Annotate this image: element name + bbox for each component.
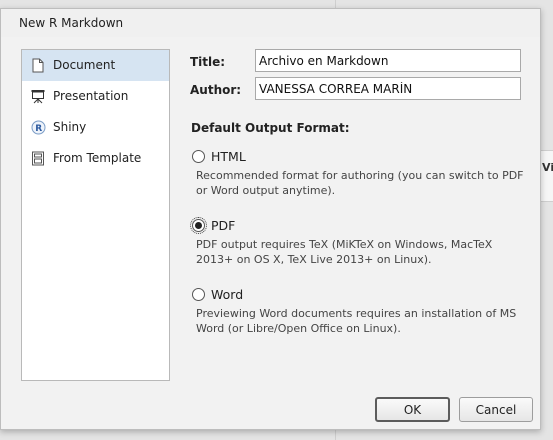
html-radio[interactable] (192, 149, 205, 163)
template-type-list: Document Presentation R Shiny From Templ… (21, 49, 170, 381)
sidebar-item-label: From Template (53, 151, 142, 165)
presentation-icon (31, 89, 45, 104)
title-label: Title: (190, 55, 226, 69)
format-option-html[interactable]: HTML (192, 148, 246, 164)
html-format-description: Recommended format for authoring (you ca… (196, 168, 526, 198)
word-description-line: Word (or Libre/Open Office on Linux). (196, 322, 401, 335)
word-description-line: Previewing Word documents requires an in… (196, 307, 517, 320)
pdf-description-line: PDF output requires TeX (MiKTeX on Windo… (196, 238, 493, 251)
svg-text:R: R (35, 124, 42, 134)
document-icon (31, 58, 45, 73)
pdf-description-line: 2013+ on OS X, TeX Live 2013+ on Linux). (196, 253, 432, 266)
default-output-format-heading: Default Output Format: (191, 121, 350, 135)
html-radio-label[interactable]: HTML (211, 149, 246, 164)
sidebar-item-label: Document (53, 58, 116, 72)
background-panel-fragment: Vi (541, 150, 553, 202)
template-icon (31, 151, 45, 166)
word-format-description: Previewing Word documents requires an in… (196, 306, 526, 336)
html-description-line: or Word output anytime). (196, 184, 336, 197)
background-partial-text: Vi (542, 161, 553, 174)
sidebar-item-document[interactable]: Document (22, 50, 169, 81)
pdf-radio-label[interactable]: PDF (211, 218, 235, 233)
cancel-button[interactable]: Cancel (459, 397, 533, 422)
dialog-title: New R Markdown (1, 9, 540, 37)
sidebar-item-shiny[interactable]: R Shiny (22, 112, 169, 143)
sidebar-item-label: Shiny (53, 120, 87, 134)
format-option-word[interactable]: Word (192, 286, 243, 302)
ok-button[interactable]: OK (375, 397, 450, 422)
html-description-line: Recommended format for authoring (you ca… (196, 169, 524, 182)
word-radio-label[interactable]: Word (211, 287, 243, 302)
pdf-format-description: PDF output requires TeX (MiKTeX on Windo… (196, 237, 526, 267)
sidebar-item-label: Presentation (53, 89, 129, 103)
title-input[interactable] (255, 49, 521, 72)
background-divider-bottom (335, 430, 336, 440)
format-option-pdf[interactable]: PDF (190, 216, 235, 234)
author-input[interactable] (255, 77, 521, 100)
pdf-radio[interactable] (190, 216, 207, 234)
author-label: Author: (190, 83, 242, 97)
sidebar-item-from-template[interactable]: From Template (22, 143, 169, 174)
word-radio[interactable] (192, 287, 205, 301)
shiny-r-icon: R (31, 120, 46, 135)
background-divider (335, 0, 336, 8)
new-r-markdown-dialog: New R Markdown Document Presentation R S… (0, 8, 541, 430)
sidebar-item-presentation[interactable]: Presentation (22, 81, 169, 112)
